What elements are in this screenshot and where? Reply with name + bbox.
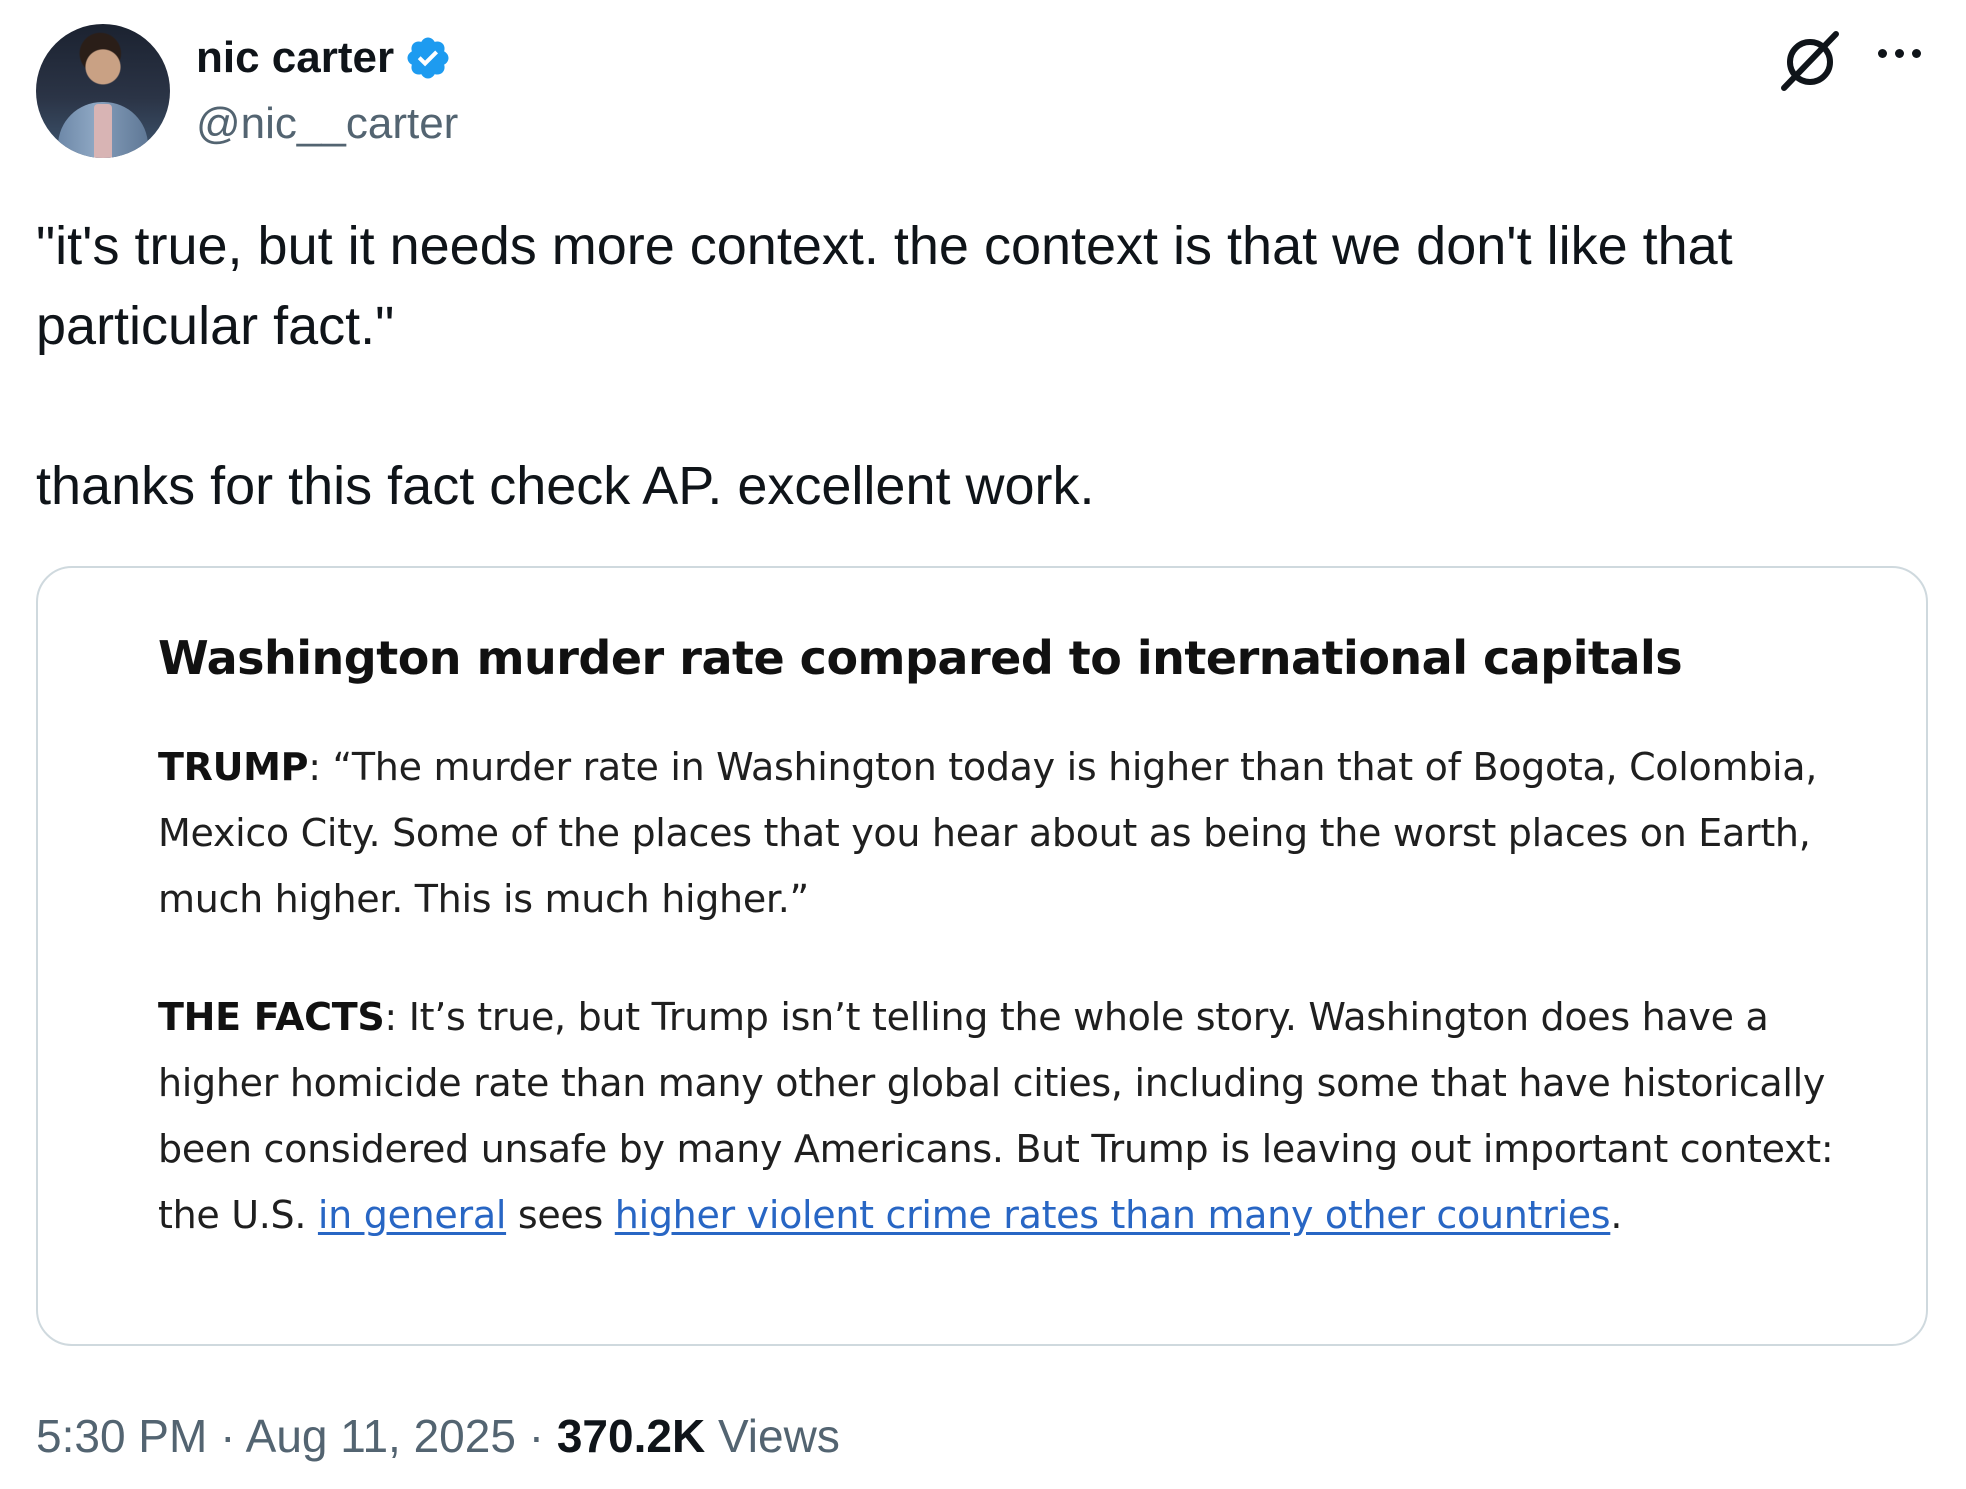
facts-paragraph: THE FACTS: It’s true, but Trump isn’t te… (158, 984, 1858, 1248)
grok-icon[interactable] (1776, 26, 1844, 94)
attached-image-card[interactable]: Washington murder rate compared to inter… (36, 566, 1928, 1346)
more-horizontal-icon[interactable] (1868, 28, 1930, 78)
card-title: Washington murder rate compared to inter… (158, 631, 1683, 685)
trump-quote-text: : “The murder rate in Washington today i… (158, 745, 1818, 921)
avatar[interactable] (36, 24, 170, 158)
tweet-date[interactable]: Aug 11, 2025 (246, 1410, 516, 1462)
tweet-line-quote: "it's true, but it needs more context. t… (36, 216, 1733, 356)
tweet-time[interactable]: 5:30 PM (36, 1410, 207, 1462)
trump-label: TRUMP (158, 745, 309, 789)
facts-label: THE FACTS (158, 995, 385, 1039)
views-label: Views (705, 1410, 840, 1462)
views-count[interactable]: 370.2K (557, 1410, 705, 1462)
meta-separator: · (207, 1410, 246, 1462)
trump-quote-paragraph: TRUMP: “The murder rate in Washington to… (158, 734, 1858, 932)
more-dot (1877, 48, 1887, 58)
author-handle[interactable]: @nic__carter (196, 98, 458, 150)
more-dot (1911, 48, 1921, 58)
facts-text-3: . (1610, 1193, 1623, 1237)
link-in-general[interactable]: in general (318, 1193, 506, 1237)
avatar-shirt (94, 104, 112, 158)
link-higher-violent-crime[interactable]: higher violent crime rates than many oth… (615, 1193, 1611, 1237)
tweet-meta: 5:30 PM · Aug 11, 2025 · 370.2K Views (36, 1406, 840, 1466)
display-name[interactable]: nic carter (196, 30, 394, 86)
tweet-line-thanks: thanks for this fact check AP. excellent… (36, 456, 1095, 516)
facts-text-2: sees (506, 1193, 615, 1237)
more-dot (1894, 48, 1904, 58)
verified-badge-icon (407, 37, 449, 79)
tweet-text: "it's true, but it needs more context. t… (36, 206, 1936, 526)
author-name-row[interactable]: nic carter (196, 30, 452, 86)
meta-separator: · (515, 1410, 557, 1462)
